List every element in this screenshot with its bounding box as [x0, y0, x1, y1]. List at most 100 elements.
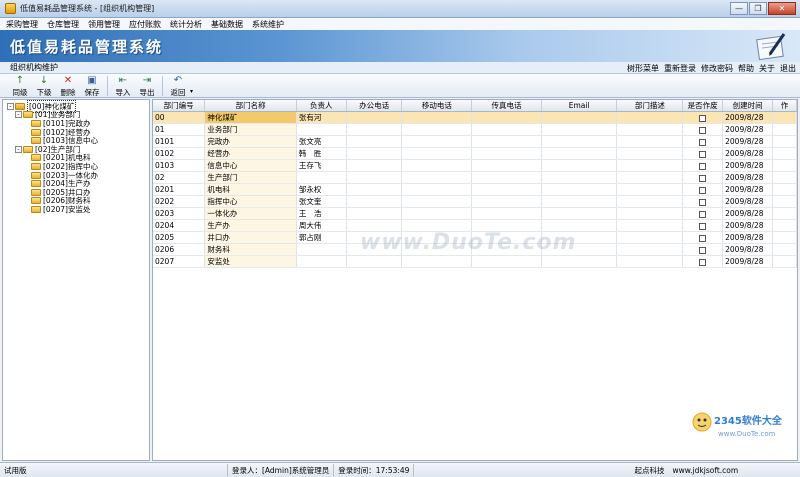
table-cell[interactable]: 井口办 — [204, 231, 297, 244]
table-cell[interactable] — [541, 135, 618, 148]
table-cell[interactable] — [772, 207, 797, 220]
obsolete-checkbox[interactable] — [699, 126, 707, 134]
link-help[interactable]: 帮助 — [738, 63, 754, 74]
table-cell[interactable]: 00 — [153, 111, 206, 124]
table-cell[interactable] — [541, 207, 618, 220]
table-cell[interactable] — [401, 135, 473, 148]
table-cell[interactable] — [772, 111, 797, 124]
table-cell[interactable] — [682, 183, 724, 196]
table-cell[interactable] — [682, 255, 724, 268]
collapse-icon[interactable]: - — [15, 145, 22, 153]
table-cell[interactable] — [346, 171, 403, 184]
table-cell[interactable] — [682, 147, 724, 160]
menu-system[interactable]: 系统维护 — [252, 19, 284, 30]
table-cell[interactable]: 指挥中心 — [204, 195, 297, 208]
column-header[interactable]: 移动电话 — [401, 100, 473, 112]
table-cell[interactable] — [682, 207, 724, 220]
table-cell[interactable] — [296, 171, 347, 184]
delete-button[interactable]: ✕ 删除 — [56, 74, 80, 98]
table-cell[interactable] — [616, 231, 684, 244]
table-cell[interactable] — [346, 255, 403, 268]
table-cell[interactable] — [401, 123, 473, 136]
table-cell[interactable]: 2009/8/28 — [722, 135, 774, 148]
table-cell[interactable]: 财务科 — [204, 243, 297, 256]
table-cell[interactable]: 完政办 — [204, 135, 297, 148]
table-cell[interactable]: 0206 — [153, 243, 206, 256]
table-cell[interactable]: 2009/8/28 — [722, 183, 774, 196]
table-cell[interactable]: 2009/8/28 — [722, 171, 774, 184]
add-sibling-button[interactable]: ↑ 同级 — [8, 74, 32, 98]
table-cell[interactable] — [401, 111, 473, 124]
save-button[interactable]: ▣ 保存 — [80, 74, 104, 98]
column-header[interactable]: 传真电话 — [471, 100, 542, 112]
menu-requisition[interactable]: 领用管理 — [88, 19, 120, 30]
obsolete-checkbox[interactable] — [699, 162, 707, 170]
table-cell[interactable] — [616, 123, 684, 136]
export-button[interactable]: ⇥ 导出 — [135, 74, 159, 98]
link-exit[interactable]: 退出 — [780, 63, 796, 74]
table-cell[interactable] — [616, 171, 684, 184]
table-cell[interactable]: 0101 — [153, 135, 206, 148]
table-cell[interactable] — [541, 195, 618, 208]
table-cell[interactable]: 经营办 — [204, 147, 297, 160]
table-cell[interactable] — [401, 171, 473, 184]
table-cell[interactable] — [772, 195, 797, 208]
table-cell[interactable]: 周大伟 — [296, 219, 347, 232]
table-cell[interactable] — [772, 123, 797, 136]
obsolete-checkbox[interactable] — [699, 258, 707, 266]
table-cell[interactable] — [346, 111, 403, 124]
table-cell[interactable]: 01 — [153, 123, 206, 136]
table-cell[interactable] — [471, 159, 542, 172]
link-relogin[interactable]: 重新登录 — [664, 63, 696, 74]
close-button[interactable]: ✕ — [768, 2, 796, 15]
add-child-button[interactable]: ↓ 下级 — [32, 74, 56, 98]
menu-statistics[interactable]: 统计分析 — [170, 19, 202, 30]
table-cell[interactable] — [682, 123, 724, 136]
table-cell[interactable] — [346, 183, 403, 196]
table-cell[interactable] — [541, 183, 618, 196]
table-cell[interactable] — [616, 219, 684, 232]
tree-node[interactable]: [0207]安监处 — [7, 205, 149, 214]
status-site[interactable]: www.jdkjsoft.com — [668, 464, 742, 476]
table-cell[interactable]: 0201 — [153, 183, 206, 196]
table-cell[interactable] — [772, 255, 797, 268]
table-cell[interactable] — [541, 147, 618, 160]
table-cell[interactable]: 信息中心 — [204, 159, 297, 172]
table-cell[interactable] — [616, 207, 684, 220]
column-header[interactable]: 部门编号 — [153, 100, 206, 112]
table-cell[interactable] — [772, 147, 797, 160]
table-cell[interactable] — [346, 135, 403, 148]
table-cell[interactable] — [346, 207, 403, 220]
table-cell[interactable]: 2009/8/28 — [722, 207, 774, 220]
table-row[interactable]: 0201 机电科 邹永权 2009/8/28 — [153, 183, 797, 196]
obsolete-checkbox[interactable] — [699, 246, 707, 254]
table-row[interactable]: 00 神化煤矿 张有河 2009/8/28 — [153, 111, 797, 124]
table-cell[interactable]: 生产办 — [204, 219, 297, 232]
table-cell[interactable] — [346, 123, 403, 136]
table-cell[interactable] — [346, 147, 403, 160]
table-cell[interactable]: 机电科 — [204, 183, 297, 196]
column-header[interactable]: 创建时间 — [722, 100, 774, 112]
table-cell[interactable]: 张文亮 — [296, 135, 347, 148]
table-cell[interactable] — [682, 219, 724, 232]
table-cell[interactable]: 王 浩 — [296, 207, 347, 220]
table-cell[interactable]: 业务部门 — [204, 123, 297, 136]
table-cell[interactable] — [616, 159, 684, 172]
table-cell[interactable] — [471, 255, 542, 268]
table-row[interactable]: 01 业务部门 2009/8/28 — [153, 123, 797, 136]
table-cell[interactable] — [772, 159, 797, 172]
column-header[interactable]: 部门描述 — [616, 100, 684, 112]
table-cell[interactable] — [682, 159, 724, 172]
table-cell[interactable]: 一体化办 — [204, 207, 297, 220]
table-cell[interactable]: 02 — [153, 171, 206, 184]
table-cell[interactable] — [541, 171, 618, 184]
link-about[interactable]: 关于 — [759, 63, 775, 74]
table-cell[interactable] — [471, 135, 542, 148]
table-cell[interactable] — [682, 135, 724, 148]
table-cell[interactable] — [682, 195, 724, 208]
table-cell[interactable] — [401, 183, 473, 196]
menu-base-data[interactable]: 基础数据 — [211, 19, 243, 30]
table-cell[interactable]: 郭占刚 — [296, 231, 347, 244]
link-tree-menu[interactable]: 树形菜单 — [627, 63, 659, 74]
table-cell[interactable] — [772, 243, 797, 256]
